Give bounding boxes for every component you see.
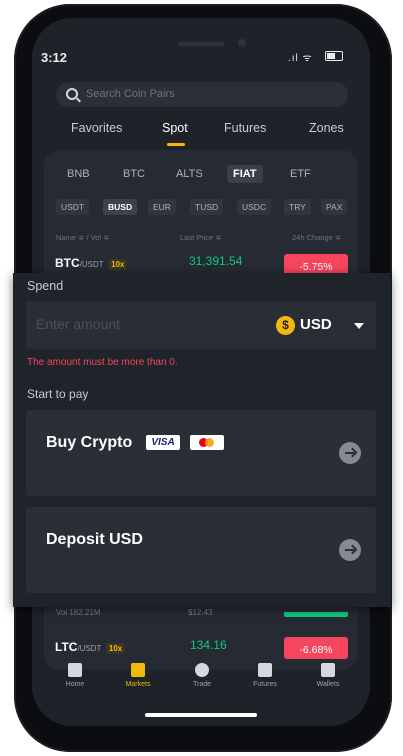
visa-icon: VISA [146,435,180,450]
subtab-etf[interactable]: ETF [290,168,311,180]
nav-label: Futures [253,681,277,688]
currency-select[interactable]: USD [300,316,332,333]
leverage-badge: 10x [105,643,126,654]
change-badge [284,612,348,617]
futures-icon [258,663,272,677]
deposit-usd-title: Deposit USD [46,531,143,548]
tab-zones[interactable]: Zones [309,121,344,135]
arrow-right-icon[interactable] [339,539,361,561]
spend-label: Spend [27,279,64,293]
search-icon [66,88,78,100]
leverage-badge: 10x [108,259,128,270]
active-tab-indicator [167,143,185,146]
amount-error: The amount must be more than 0. [27,357,178,368]
trade-icon [195,663,209,677]
coin-quote: /USDT [77,644,102,653]
usd-coin-icon: $ [276,316,295,335]
subtab-alts[interactable]: ALTS [176,168,203,180]
table-row[interactable]: LTC/USDT 10x [55,638,126,656]
amount-field[interactable]: $ USD [26,301,376,349]
signal-wifi-icon: .ıl ᯤ [288,53,313,64]
col-name-vol[interactable]: Name ≑ / Vol ≑ [56,233,109,242]
status-time: 3:12 [41,50,68,65]
last-price: 134.16 [190,638,227,652]
subtab-bnb[interactable]: BNB [67,168,90,180]
battery-icon [325,51,343,61]
home-indicator [145,713,257,717]
table-row[interactable]: BTC/USDT 10x [55,254,128,272]
chevron-down-icon[interactable] [354,323,364,329]
markets-icon [131,663,145,677]
buy-crypto-title: Buy Crypto [46,434,133,451]
start-to-pay-label: Start to pay [27,387,89,401]
row-volume: Vol 182.21M [56,608,101,617]
row-fiat-price: $12.43 [188,608,213,617]
chip-eur[interactable]: EUR [148,199,176,215]
home-icon [68,663,82,677]
buy-crypto-card[interactable]: Buy Crypto VISA [26,410,376,496]
coin-base: LTC [55,640,78,654]
tab-futures[interactable]: Futures [224,121,266,135]
chip-usdt[interactable]: USDT [56,199,90,215]
search-placeholder: Search Coin Pairs [86,88,175,100]
nav-futures[interactable]: Futures [240,663,290,688]
chip-try[interactable]: TRY [284,199,311,215]
nav-label: Trade [192,681,212,688]
chip-tusd[interactable]: TUSD [190,199,224,215]
amount-input[interactable] [36,316,256,332]
nav-label: Wallets [316,681,340,688]
nav-home[interactable]: Home [50,663,100,688]
speaker-grille [178,42,224,46]
col-24h-change[interactable]: 24h Change ≑ [292,233,341,242]
camera-icon [238,39,246,47]
arrow-right-icon[interactable] [339,442,361,464]
nav-label: Markets [125,681,151,688]
nav-wallets[interactable]: Wallets [303,663,353,688]
tab-spot[interactable]: Spot [162,121,188,135]
subtab-btc[interactable]: BTC [123,168,145,180]
nav-trade[interactable]: Trade [177,663,227,688]
wallet-icon [321,663,335,677]
col-last-price[interactable]: Last Price ≑ [180,233,222,242]
deposit-usd-card[interactable]: Deposit USD [26,507,376,593]
coin-base: BTC [55,256,80,270]
mastercard-icon [190,435,224,450]
change-badge: -6.68% [284,637,348,659]
tab-favorites[interactable]: Favorites [71,121,122,135]
chip-busd[interactable]: BUSD [103,199,138,215]
search-bar[interactable]: Search Coin Pairs [56,82,348,107]
last-price: 31,391.54 [189,254,243,268]
nav-label: Home [65,681,85,688]
chip-pax[interactable]: PAX [321,199,348,215]
chip-usdc[interactable]: USDC [237,199,272,215]
coin-quote: /USDT [79,260,104,269]
subtab-fiat[interactable]: FIAT [227,165,263,183]
nav-markets[interactable]: Markets [113,663,163,688]
